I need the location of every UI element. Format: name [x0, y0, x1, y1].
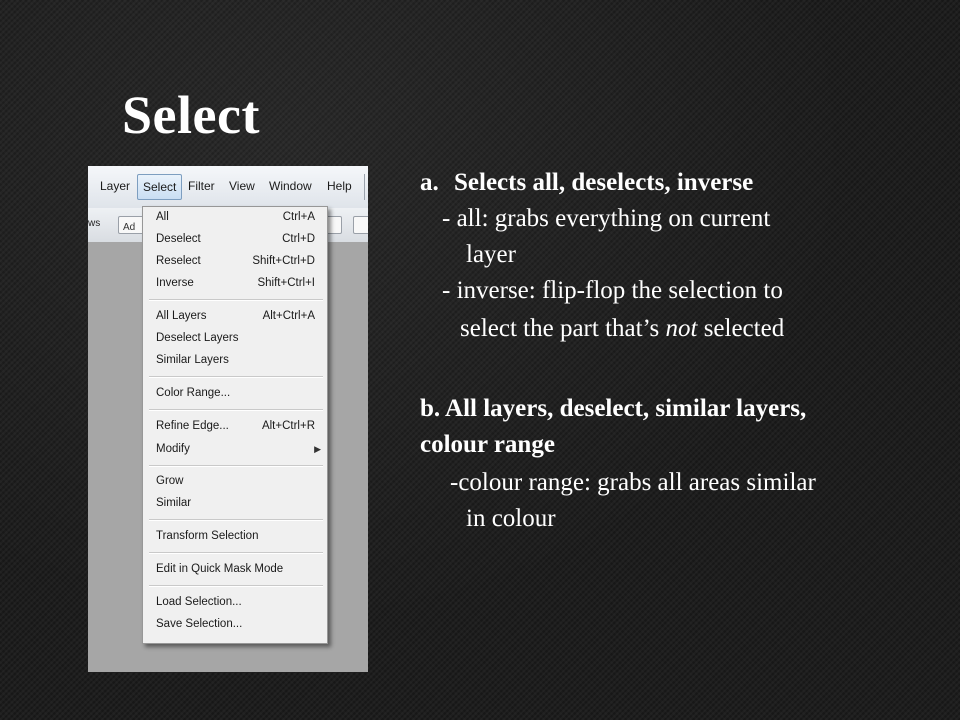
note-a-line4-pre: select the part that’s — [460, 315, 666, 342]
note-a-heading: Selects all, deselects, inverse — [454, 169, 754, 196]
options-field-text: Ad — [123, 222, 136, 233]
note-a-line4-post: selected — [697, 315, 785, 342]
menu-item-similar-layers[interactable]: Similar Layers — [156, 354, 229, 366]
menu-item-quick-mask[interactable]: Edit in Quick Mask Mode — [156, 563, 283, 575]
shortcut-refine-edge: Alt+Ctrl+R — [261, 420, 315, 432]
shortcut-deselect: Ctrl+D — [282, 233, 315, 245]
menu-separator — [149, 409, 323, 411]
options-label: ws — [88, 218, 101, 229]
note-b-heading2: colour range — [420, 431, 555, 458]
select-menu-dropdown: All Ctrl+A Deselect Ctrl+D Reselect Shif… — [142, 206, 328, 644]
menu-separator — [149, 552, 323, 554]
menu-item-all[interactable]: All — [156, 211, 169, 223]
menu-help[interactable]: Help — [327, 179, 352, 193]
menu-item-color-range[interactable]: Color Range... — [156, 387, 230, 399]
note-a-line4-em: not — [665, 315, 698, 342]
shortcut-inverse: Shift+Ctrl+I — [257, 277, 315, 289]
note-a-line4: select the part that’s not selected — [460, 312, 784, 347]
menu-item-reselect[interactable]: Reselect — [156, 255, 201, 267]
menu-item-refine-edge[interactable]: Refine Edge... — [156, 420, 229, 432]
note-a-marker: a. — [420, 169, 439, 196]
menu-window[interactable]: Window — [269, 179, 312, 193]
shortcut-reselect: Shift+Ctrl+D — [252, 255, 315, 267]
note-a-line3: - inverse: flip-flop the selection to — [442, 277, 783, 304]
menu-item-deselect[interactable]: Deselect — [156, 233, 201, 245]
menu-item-all-layers[interactable]: All Layers — [156, 310, 207, 322]
menu-select[interactable]: Select — [137, 174, 183, 200]
menu-item-grow[interactable]: Grow — [156, 475, 183, 487]
menu-separator — [149, 299, 323, 301]
menu-separator — [149, 465, 323, 467]
menu-bar: Layer Select Filter View Window Help — [88, 166, 368, 209]
menu-separator — [149, 519, 323, 521]
note-a-line2: layer — [466, 241, 516, 268]
note-b-line2: in colour — [466, 505, 556, 532]
menu-filter[interactable]: Filter — [188, 179, 215, 193]
menu-separator — [149, 585, 323, 587]
menu-item-transform-selection[interactable]: Transform Selection — [156, 530, 258, 542]
menu-layer[interactable]: Layer — [100, 179, 130, 193]
note-b-line1: -colour range: grabs all areas similar — [450, 469, 816, 496]
photoshop-screenshot: Layer Select Filter View Window Help ws … — [88, 166, 368, 672]
menu-divider — [364, 174, 365, 200]
submenu-arrow-icon: ▶ — [314, 444, 321, 454]
note-b-heading1: b. All layers, deselect, similar layers, — [420, 395, 807, 422]
menu-view[interactable]: View — [229, 179, 255, 193]
menu-separator — [149, 376, 323, 378]
shortcut-all: Ctrl+A — [282, 211, 315, 223]
menu-item-modify[interactable]: Modify — [156, 443, 190, 455]
menu-item-similar[interactable]: Similar — [156, 497, 191, 509]
options-field-small[interactable] — [326, 216, 342, 234]
shortcut-all-layers: Alt+Ctrl+A — [262, 310, 315, 322]
menu-item-deselect-layers[interactable]: Deselect Layers — [156, 332, 238, 344]
options-field-right[interactable] — [353, 216, 368, 234]
menu-item-inverse[interactable]: Inverse — [156, 277, 194, 289]
note-a-line1: - all: grabs everything on current — [442, 205, 771, 232]
slide-title: Select — [122, 85, 260, 145]
menu-item-save-selection[interactable]: Save Selection... — [156, 618, 242, 630]
menu-item-load-selection[interactable]: Load Selection... — [156, 596, 242, 608]
